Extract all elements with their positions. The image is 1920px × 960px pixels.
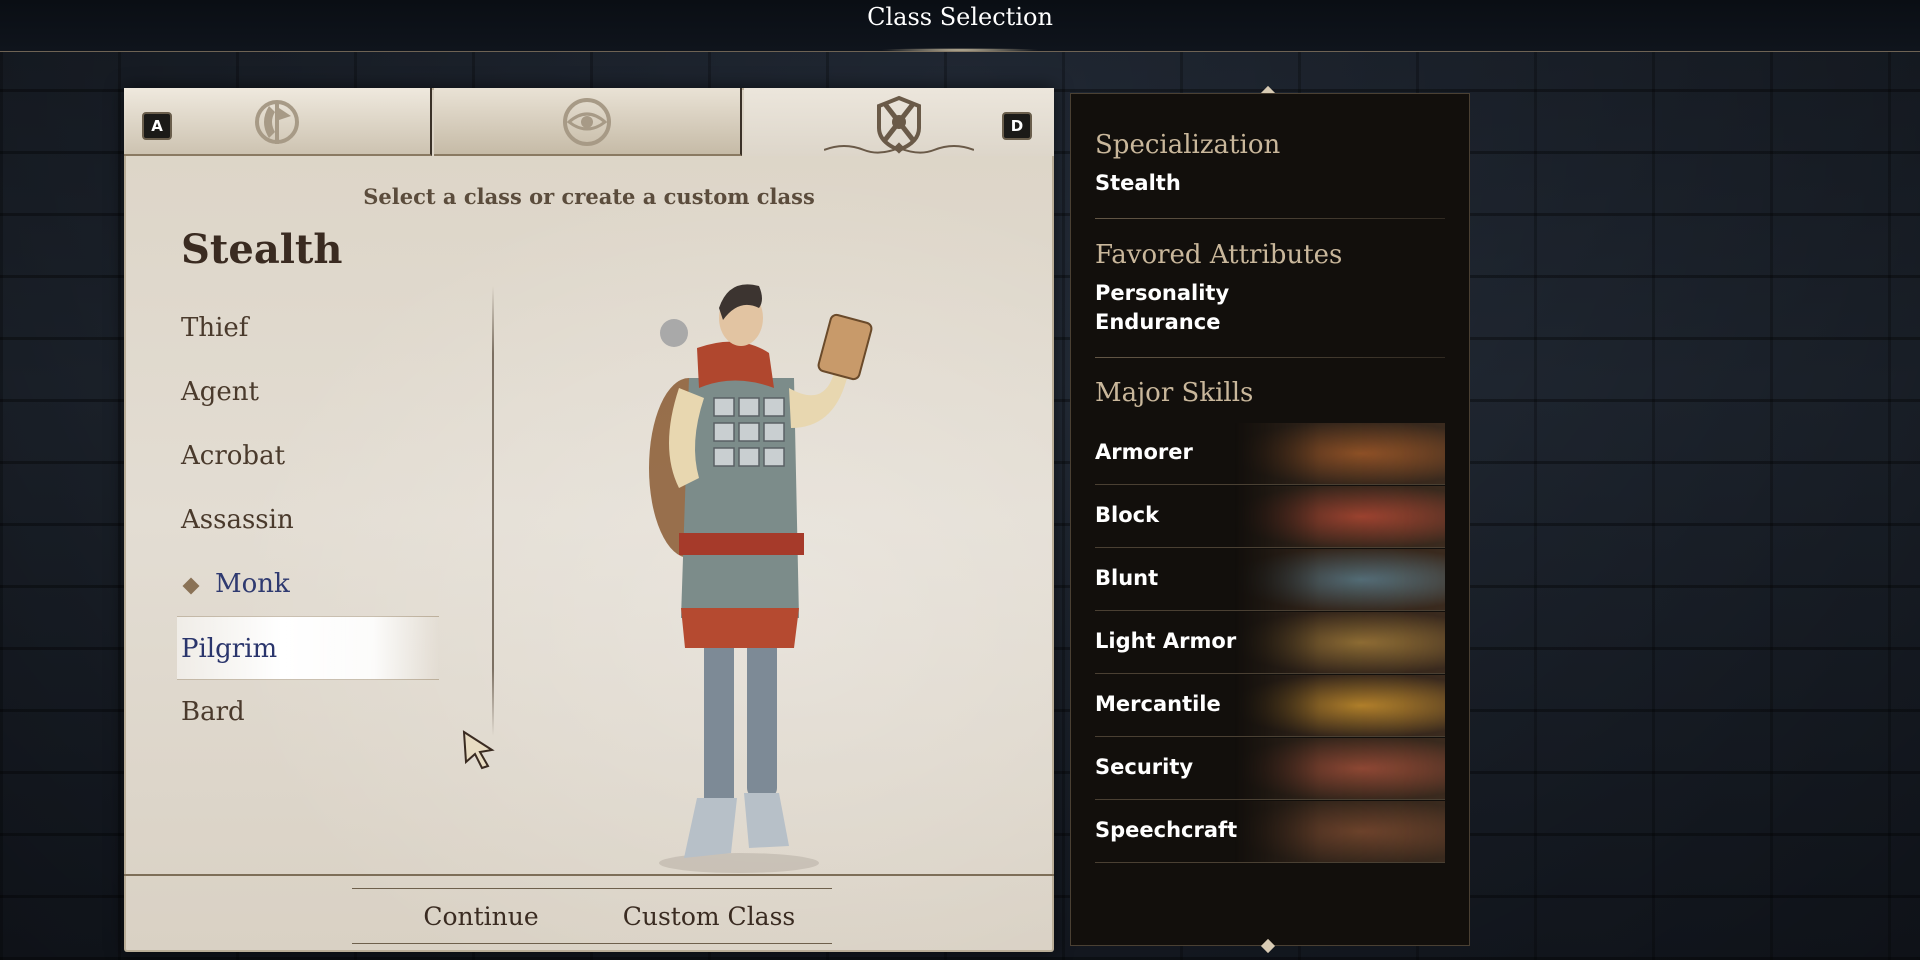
class-item-assassin[interactable]: Assassin — [181, 488, 441, 552]
title-glow — [880, 48, 1040, 52]
favored-attribute-1: Personality — [1095, 281, 1230, 305]
skill-name: Speechcraft — [1095, 818, 1238, 842]
category-tabs: A D — [124, 88, 1054, 156]
skill-name: Security — [1095, 755, 1194, 779]
class-list: Thief Agent Acrobat Assassin Monk Pilgri… — [177, 296, 441, 744]
mouse-cursor-icon — [462, 730, 495, 770]
light-armor-art-icon — [1235, 612, 1445, 673]
class-item-label: Monk — [215, 569, 290, 599]
class-panel: A D Select a class or create a custom cl… — [124, 88, 1054, 952]
mercantile-art-icon — [1235, 675, 1445, 736]
block-art-icon — [1235, 486, 1445, 547]
skill-name: Armorer — [1095, 440, 1193, 464]
skill-row-armorer[interactable]: Armorer — [1095, 422, 1445, 485]
favored-attribute-2: Endurance — [1095, 310, 1221, 334]
list-divider — [492, 286, 494, 736]
continue-button[interactable]: Continue — [396, 898, 566, 936]
class-item-agent[interactable]: Agent — [181, 360, 441, 424]
security-art-icon — [1235, 738, 1445, 799]
key-hint-d: D — [1002, 112, 1032, 140]
class-item-acrobat[interactable]: Acrobat — [181, 424, 441, 488]
class-info-panel: Specialization Stealth Favored Attribute… — [1070, 93, 1470, 946]
specialization-value: Stealth — [1095, 171, 1181, 195]
skill-row-light-armor[interactable]: Light Armor — [1095, 611, 1445, 674]
skill-name: Block — [1095, 503, 1160, 527]
axe-emblem-icon — [255, 100, 299, 144]
skill-name: Blunt — [1095, 566, 1159, 590]
panel-subtitle: Select a class or create a custom class — [363, 184, 815, 209]
tab-combat[interactable]: A — [124, 88, 432, 156]
specialization-label: Specialization — [1095, 130, 1281, 160]
screen-title: Class Selection — [867, 3, 1053, 31]
skill-row-block[interactable]: Block — [1095, 485, 1445, 548]
armorer-art-icon — [1235, 423, 1445, 484]
skill-name: Light Armor — [1095, 629, 1237, 653]
info-divider — [1095, 357, 1445, 358]
skill-row-speechcraft[interactable]: Speechcraft — [1095, 800, 1445, 863]
specialization-heading: Stealth — [181, 226, 343, 273]
favored-attributes-label: Favored Attributes — [1095, 240, 1343, 270]
skill-row-mercantile[interactable]: Mercantile — [1095, 674, 1445, 737]
selected-diamond-icon — [182, 577, 200, 595]
class-item-thief[interactable]: Thief — [181, 296, 441, 360]
class-item-pilgrim[interactable]: Pilgrim — [177, 616, 439, 680]
footer-divider — [124, 874, 1054, 876]
speechcraft-art-icon — [1235, 801, 1445, 862]
skill-row-blunt[interactable]: Blunt — [1095, 548, 1445, 611]
class-item-bard[interactable]: Bard — [181, 680, 441, 744]
skill-row-security[interactable]: Security — [1095, 737, 1445, 800]
character-portrait — [649, 284, 873, 873]
blunt-art-icon — [1235, 549, 1445, 610]
key-hint-a: A — [142, 112, 172, 140]
custom-class-button[interactable]: Custom Class — [604, 898, 814, 936]
class-item-monk[interactable]: Monk — [181, 552, 441, 616]
major-skills-label: Major Skills — [1095, 378, 1254, 408]
title-bar: Class Selection — [0, 0, 1920, 52]
tab-flourish-ornament — [824, 142, 974, 154]
info-divider — [1095, 218, 1445, 219]
major-skills-list: Armorer Block Blunt Light Armor Mercanti… — [1095, 422, 1445, 863]
skill-name: Mercantile — [1095, 692, 1221, 716]
eye-emblem-icon — [563, 98, 611, 146]
tab-magic[interactable] — [434, 88, 742, 156]
